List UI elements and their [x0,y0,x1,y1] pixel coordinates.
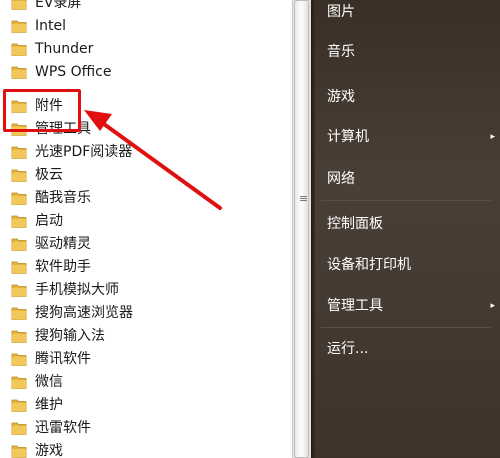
annotation-arrow-icon [84,110,222,210]
